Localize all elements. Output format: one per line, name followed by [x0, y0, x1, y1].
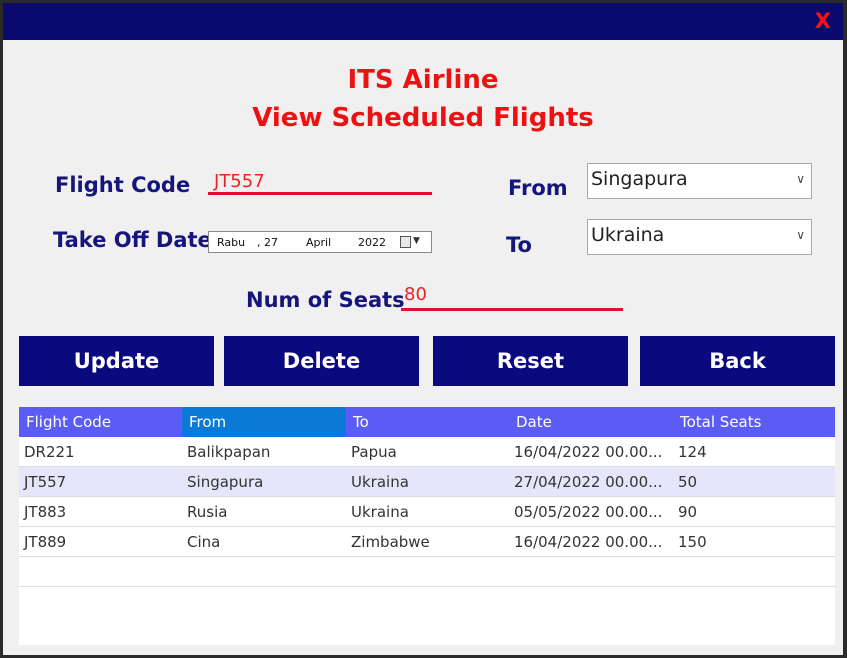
cell-to: Papua	[351, 443, 397, 461]
cell-total-seats: 150	[678, 533, 707, 551]
column-header-from[interactable]: From	[182, 407, 346, 437]
table-row[interactable]: JT883 Rusia Ukraina 05/05/2022 00.00... …	[19, 497, 835, 527]
num-of-seats-label: Num of Seats	[246, 288, 405, 312]
cell-date: 16/04/2022 00.00...	[514, 533, 663, 551]
delete-button[interactable]: Delete	[224, 336, 419, 386]
cell-flight-code: JT889	[24, 533, 67, 551]
take-off-date-label: Take Off Date	[53, 228, 212, 252]
update-button[interactable]: Update	[19, 336, 214, 386]
cell-date: 27/04/2022 00.00...	[514, 473, 663, 491]
cell-total-seats: 124	[678, 443, 707, 461]
cell-to: Ukraina	[351, 503, 409, 521]
cell-to: Ukraina	[351, 473, 409, 491]
page-title: View Scheduled Flights	[252, 103, 594, 133]
back-button[interactable]: Back	[640, 336, 835, 386]
cell-from: Balikpapan	[187, 443, 271, 461]
dropdown-arrow-icon[interactable]: ▼	[413, 236, 420, 246]
cell-date: 16/04/2022 00.00...	[514, 443, 663, 461]
flight-window: X ITS Airline View Scheduled Flights Fli…	[3, 3, 843, 655]
cell-total-seats: 90	[678, 503, 698, 521]
chevron-down-icon: ∨	[796, 172, 805, 186]
table-row-selected[interactable]: JT557 Singapura Ukraina 27/04/2022 00.00…	[19, 467, 835, 497]
flight-code-field[interactable]: JT557	[208, 171, 432, 195]
cell-from: Rusia	[187, 503, 228, 521]
table-row[interactable]: DR221 Balikpapan Papua 16/04/2022 00.00.…	[19, 437, 835, 467]
title-bar[interactable]: X	[3, 3, 843, 40]
table-header: Flight Code From To Date Total Seats	[19, 407, 835, 437]
column-header-to[interactable]: To	[346, 407, 509, 437]
cell-flight-code: DR221	[24, 443, 75, 461]
from-select-value: Singapura	[591, 168, 688, 190]
flight-code-label: Flight Code	[55, 173, 191, 197]
date-month: April	[306, 236, 332, 249]
num-of-seats-field[interactable]: 80	[401, 284, 623, 311]
column-header-flight-code[interactable]: Flight Code	[19, 407, 182, 437]
from-label: From	[508, 176, 568, 200]
cell-date: 05/05/2022 00.00...	[514, 503, 663, 521]
cell-to: Zimbabwe	[351, 533, 430, 551]
chevron-down-icon: ∨	[796, 228, 805, 242]
close-icon[interactable]: X	[815, 9, 831, 33]
cell-total-seats: 50	[678, 473, 698, 491]
reset-button[interactable]: Reset	[433, 336, 628, 386]
app-title: ITS Airline	[347, 65, 499, 95]
to-select-value: Ukraina	[591, 224, 665, 246]
table-row-empty[interactable]	[19, 557, 835, 587]
date-year: 2022	[358, 236, 386, 249]
to-select[interactable]: Ukraina ∨	[587, 219, 812, 255]
to-label: To	[506, 233, 532, 257]
cell-flight-code: JT557	[24, 473, 67, 491]
cell-flight-code: JT883	[24, 503, 67, 521]
cell-from: Cina	[187, 533, 221, 551]
cell-from: Singapura	[187, 473, 264, 491]
take-off-date-picker[interactable]: Rabu , 27 April 2022 ▼	[208, 231, 432, 253]
date-day: , 27	[257, 236, 278, 249]
from-select[interactable]: Singapura ∨	[587, 163, 812, 199]
column-header-total-seats[interactable]: Total Seats	[673, 407, 835, 437]
date-day-name: Rabu	[217, 236, 246, 249]
column-header-date[interactable]: Date	[509, 407, 673, 437]
table-row[interactable]: JT889 Cina Zimbabwe 16/04/2022 00.00... …	[19, 527, 835, 557]
flights-table[interactable]: Flight Code From To Date Total Seats DR2…	[19, 407, 835, 645]
calendar-icon[interactable]	[400, 236, 411, 248]
